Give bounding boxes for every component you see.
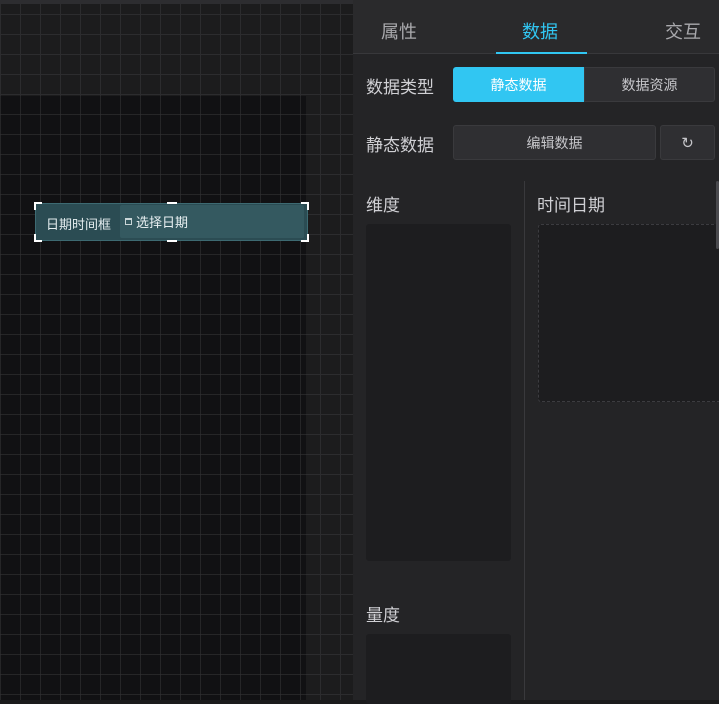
static-data-option[interactable]: 静态数据: [453, 67, 584, 102]
screen-area[interactable]: [0, 96, 306, 700]
resize-handle-bottom[interactable]: [167, 240, 177, 242]
config-panel: 属性 数据 交互 数据类型 静态数据 数据资源 静态数据 编辑数据 ↻ 维度 时…: [353, 0, 719, 704]
resize-handle-top-right[interactable]: [301, 202, 309, 210]
reset-data-button[interactable]: ↻: [660, 125, 715, 160]
datetime-drop-zone[interactable]: [538, 224, 719, 402]
measure-label: 量度: [366, 606, 400, 626]
panel-tabs: 属性 数据 交互: [353, 0, 719, 54]
static-data-label: 静态数据: [366, 136, 434, 156]
active-tab-indicator: [496, 52, 587, 54]
data-type-label: 数据类型: [366, 78, 434, 98]
resize-handle-top-left[interactable]: [34, 202, 42, 210]
canvas-top-border: [0, 0, 353, 4]
refresh-icon: ↻: [681, 133, 694, 152]
dimension-drop-zone[interactable]: [366, 224, 511, 561]
datetime-label: 时间日期: [537, 196, 605, 216]
tab-interaction[interactable]: 交互: [665, 18, 701, 44]
edit-data-button[interactable]: 编辑数据: [453, 125, 656, 160]
resize-handle-top[interactable]: [167, 202, 177, 204]
calendar-icon: [125, 218, 132, 225]
resize-handle-bottom-right[interactable]: [301, 234, 309, 242]
editor-canvas[interactable]: 日期时间框 选择日期: [0, 0, 353, 700]
date-picker-input[interactable]: 选择日期: [120, 205, 304, 238]
measure-drop-zone[interactable]: [366, 634, 511, 704]
tab-data[interactable]: 数据: [522, 18, 558, 44]
data-source-option[interactable]: 数据资源: [584, 67, 715, 102]
datetime-widget[interactable]: 日期时间框 选择日期: [34, 202, 309, 242]
date-placeholder: 选择日期: [136, 216, 189, 231]
dimension-label: 维度: [366, 196, 400, 216]
tab-properties[interactable]: 属性: [381, 18, 417, 44]
widget-label: 日期时间框: [46, 218, 112, 233]
column-divider: [524, 181, 525, 700]
resize-handle-bottom-left[interactable]: [34, 234, 42, 242]
